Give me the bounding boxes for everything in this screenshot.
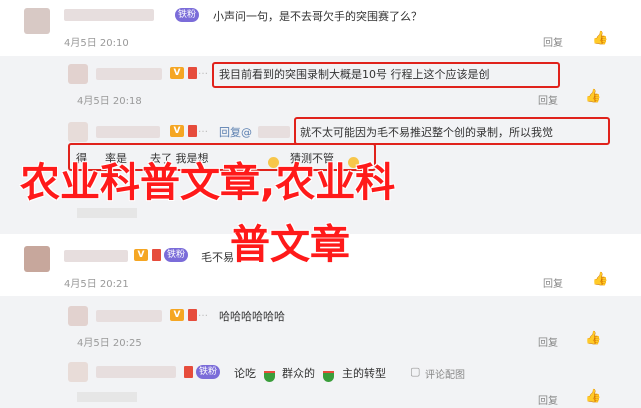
timestamp: 4月5日 20:21 <box>64 279 129 290</box>
reply-button[interactable]: 回复 <box>543 275 563 290</box>
fan-badge: 铁粉 <box>196 365 221 379</box>
reply-text-c: 主的转型 <box>342 367 386 380</box>
comment-image-link[interactable]: 评论配图 <box>425 366 465 381</box>
username[interactable] <box>96 126 160 138</box>
reply-thread-2: V … 哈哈哈哈哈哈 4月5日 20:25 回复 👍 铁粉 论吃 群众的 主的转… <box>0 296 641 408</box>
avatar[interactable] <box>68 306 88 326</box>
badge-icon <box>188 67 197 79</box>
verified-icon: V <box>170 125 184 137</box>
avatar[interactable] <box>68 122 88 142</box>
mention-username[interactable] <box>258 126 290 138</box>
username[interactable] <box>96 68 162 80</box>
thumbs-up-icon[interactable]: 👍 <box>585 331 601 346</box>
username[interactable] <box>96 310 162 322</box>
badge-icon <box>152 249 161 261</box>
more-icon: … <box>198 308 208 319</box>
verified-icon: V <box>170 67 184 79</box>
timestamp: 4月5日 20:25 <box>77 338 142 349</box>
fan-badge: 铁粉 <box>164 248 189 262</box>
comment-1: 铁粉 小声问一句，是不去哥欠手的突围赛了么？ 4月5日 20:10 回复 👍 <box>0 0 641 56</box>
comment-text: 小声问一句，是不去哥欠手的突围赛了么？ <box>213 10 422 23</box>
overlay-title-line-1: 农业科普文章,农业科 <box>20 160 396 206</box>
reply-text-a: 论吃 <box>234 367 256 380</box>
thumbs-up-icon[interactable]: 👍 <box>585 89 601 104</box>
avatar[interactable] <box>24 246 50 272</box>
username[interactable] <box>96 366 176 378</box>
reply-text-b: 群众的 <box>282 367 315 380</box>
badge-icon <box>188 309 197 321</box>
avatar[interactable] <box>68 362 88 382</box>
watermelon-emoji-icon <box>323 366 334 385</box>
timestamp-hidden <box>77 392 137 402</box>
highlight-box-reply-1 <box>212 62 560 88</box>
timestamp: 4月5日 20:18 <box>77 96 142 107</box>
highlight-box-reply-2 <box>294 117 610 145</box>
reply-button[interactable]: 回复 <box>538 334 558 349</box>
reply-button[interactable]: 回复 <box>538 92 558 107</box>
username[interactable] <box>64 250 128 262</box>
username[interactable] <box>64 9 154 21</box>
thumbs-up-icon[interactable]: 👍 <box>585 389 601 404</box>
reply-button[interactable]: 回复 <box>543 34 563 49</box>
verified-icon: V <box>170 309 184 321</box>
thumbs-up-icon[interactable]: 👍 <box>592 272 608 287</box>
verified-icon: V <box>134 249 148 261</box>
fan-badge: 铁粉 <box>175 8 200 22</box>
timestamp: 4月5日 20:10 <box>64 38 129 49</box>
watermelon-emoji-icon <box>264 366 275 385</box>
avatar[interactable] <box>24 8 50 34</box>
badge-icon <box>188 125 197 137</box>
overlay-title-line-2: 普文章 <box>230 222 350 268</box>
badge-icon <box>184 366 193 378</box>
more-icon: … <box>198 124 208 135</box>
more-icon: … <box>198 66 208 77</box>
reply-prefix[interactable]: 回复@ <box>219 124 252 140</box>
reply-button[interactable]: 回复 <box>538 392 558 407</box>
image-icon[interactable]: ▢ <box>410 365 420 378</box>
avatar[interactable] <box>68 64 88 84</box>
reply-text: 哈哈哈哈哈哈 <box>219 310 285 323</box>
timestamp-hidden <box>77 208 137 218</box>
thumbs-up-icon[interactable]: 👍 <box>592 31 608 46</box>
